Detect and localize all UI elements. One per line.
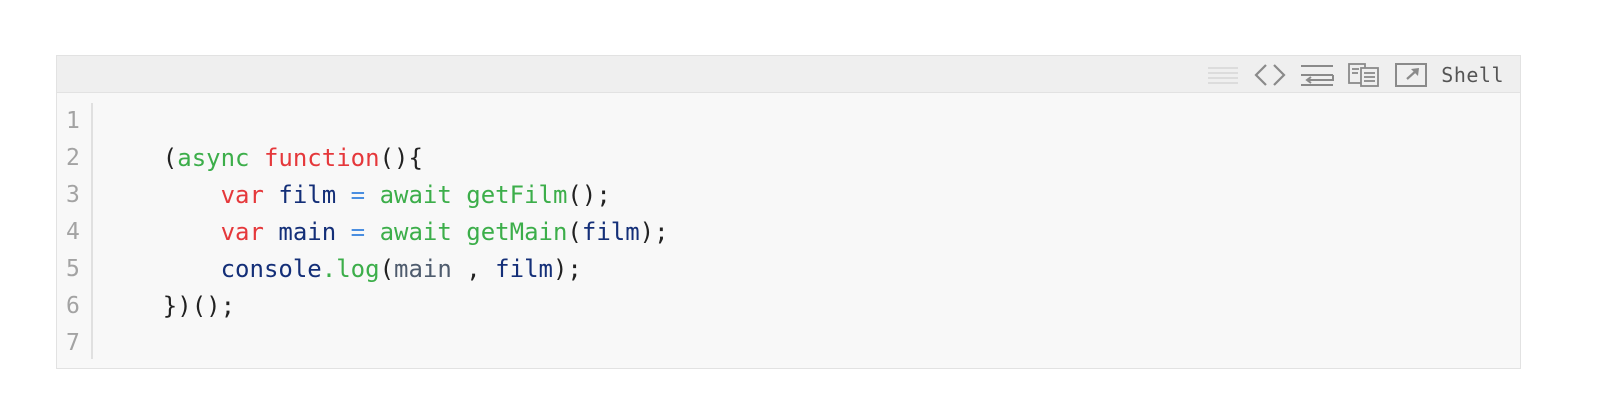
language-label: Shell xyxy=(1441,62,1504,87)
open-new-window-icon xyxy=(1395,62,1428,87)
code-token: log xyxy=(336,255,380,283)
line-number: 6 xyxy=(66,293,80,319)
view-source-button[interactable] xyxy=(1205,62,1241,88)
code-token: film xyxy=(278,181,337,209)
wrap-lines-button[interactable] xyxy=(1299,62,1335,88)
line-number: 4 xyxy=(66,219,80,245)
code-content[interactable]: (async function(){ var film = await getF… xyxy=(105,103,669,362)
code-token: (){ xyxy=(379,144,423,172)
code-line: })(); xyxy=(105,288,669,325)
code-token: = xyxy=(350,181,366,209)
code-token: ( xyxy=(162,144,178,172)
code-toolbar: Shell xyxy=(57,56,1520,93)
code-line: var main = await getMain(film); xyxy=(105,214,669,251)
code-token: main xyxy=(278,218,337,246)
line-number: 3 xyxy=(66,182,80,208)
code-token: = xyxy=(350,218,366,246)
code-token: ); xyxy=(552,255,582,283)
code-token: , xyxy=(451,255,496,283)
code-block: Shell 1234567 (async function(){ var fil… xyxy=(56,55,1521,369)
line-number: 2 xyxy=(66,145,80,171)
code-token: await xyxy=(379,181,452,209)
code-area[interactable]: 1234567 (async function(){ var film = aw… xyxy=(57,93,1520,369)
code-line: console.log(main , film); xyxy=(105,251,669,288)
code-token: ( xyxy=(567,218,582,246)
code-token: await xyxy=(379,218,452,246)
code-token: getFilm xyxy=(466,181,568,209)
copy-button[interactable] xyxy=(1346,62,1382,88)
code-token: film xyxy=(581,218,640,246)
code-token: var xyxy=(220,218,264,246)
code-token: console xyxy=(220,255,322,283)
line-number: 7 xyxy=(66,330,80,356)
code-token: . xyxy=(321,255,337,283)
wrap-lines-icon xyxy=(1300,63,1335,87)
code-token: main xyxy=(394,255,452,283)
toolbar-actions: Shell xyxy=(1194,56,1504,93)
open-new-window-button[interactable] xyxy=(1393,62,1429,88)
code-token: async xyxy=(177,144,250,172)
code-token: function xyxy=(263,144,380,172)
code-token: getMain xyxy=(466,218,568,246)
code-line: var film = await getFilm(); xyxy=(105,177,669,214)
line-number: 1 xyxy=(66,108,80,134)
code-token: ); xyxy=(639,218,669,246)
code-token: ( xyxy=(379,255,395,283)
code-token: film xyxy=(495,255,553,283)
code-token: var xyxy=(220,181,264,209)
code-token: })(); xyxy=(162,292,236,320)
code-icon xyxy=(1254,63,1286,87)
line-number-gutter: 1 2 3 4 5 6 7 xyxy=(57,103,93,359)
copy-icon xyxy=(1348,62,1380,87)
code-view-button[interactable] xyxy=(1252,62,1288,88)
code-token: (); xyxy=(567,181,611,209)
code-line: (async function(){ xyxy=(105,140,669,177)
view-source-icon xyxy=(1207,64,1239,86)
line-number: 5 xyxy=(66,256,80,282)
